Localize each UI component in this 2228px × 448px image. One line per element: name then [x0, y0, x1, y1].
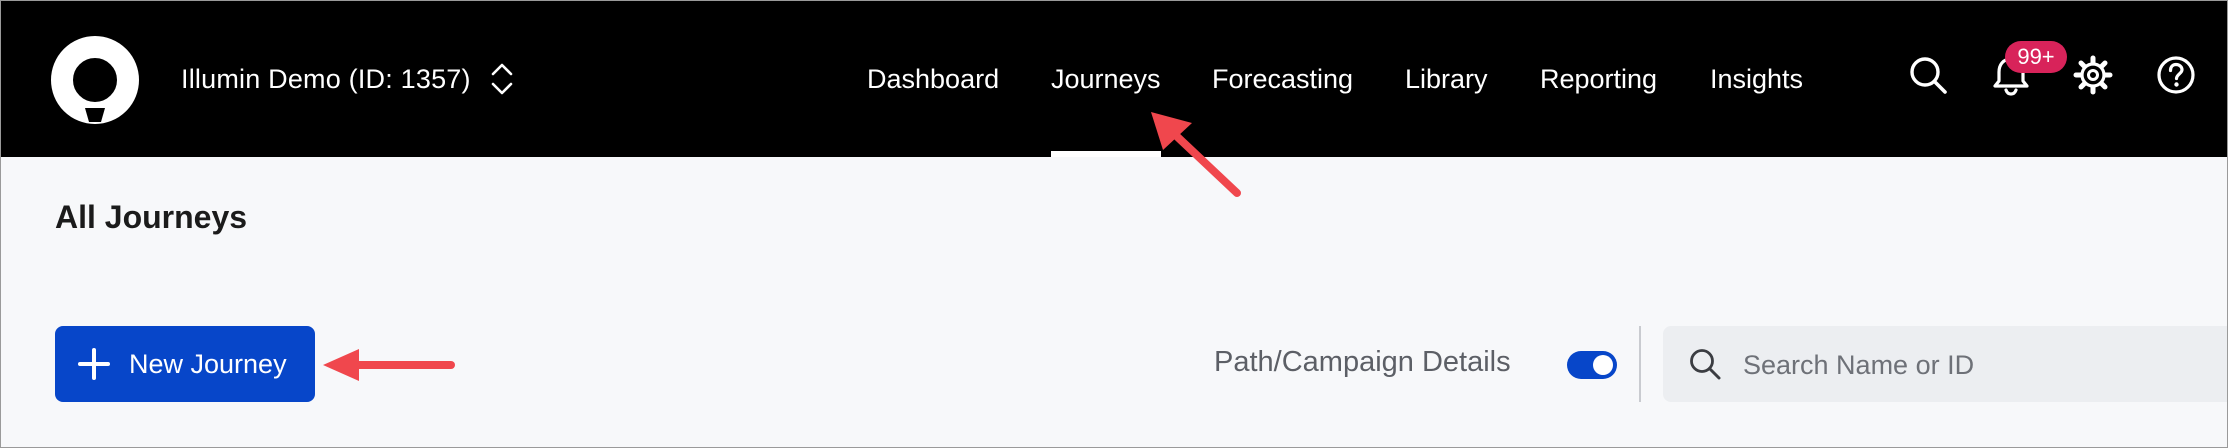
nav-item-label: Forecasting	[1212, 63, 1354, 94]
app-window: Illumin Demo (ID: 1357) Dashboard Journe…	[0, 0, 2228, 448]
nav-item-dashboard[interactable]: Dashboard	[867, 1, 999, 157]
help-icon[interactable]	[2154, 53, 2198, 97]
nav-item-label: Insights	[1710, 63, 1804, 94]
search-icon	[1690, 349, 1721, 380]
search-input[interactable]	[1741, 326, 2225, 404]
nav-item-insights[interactable]: Insights	[1710, 1, 1803, 157]
nav-item-reporting[interactable]: Reporting	[1540, 1, 1657, 157]
nav-item-label: Journeys	[1051, 63, 1161, 94]
toggle-knob	[1593, 355, 1613, 375]
main-nav: Dashboard Journeys Forecasting Library R…	[1, 1, 2227, 157]
top-navigation-bar: Illumin Demo (ID: 1357) Dashboard Journe…	[1, 1, 2227, 157]
nav-item-library[interactable]: Library	[1405, 1, 1488, 157]
annotation-arrow-new-journey	[323, 349, 455, 381]
search-box[interactable]	[1663, 326, 2227, 404]
search-icon[interactable]	[1906, 53, 1950, 97]
nav-item-label: Dashboard	[867, 63, 1000, 94]
new-journey-label: New Journey	[129, 348, 287, 379]
plus-icon	[78, 348, 110, 380]
divider	[1639, 326, 1641, 402]
annotation-arrow-journeys	[1151, 112, 1241, 197]
nav-item-label: Library	[1405, 63, 1488, 94]
gear-icon[interactable]	[2071, 53, 2115, 97]
page-title: All Journeys	[55, 199, 248, 235]
new-journey-button[interactable]: New Journey	[55, 326, 315, 402]
toggle-label: Path/Campaign Details	[1214, 346, 1511, 378]
nav-item-label: Reporting	[1540, 63, 1658, 94]
notification-badge: 99+	[2005, 41, 2067, 73]
path-campaign-details-toggle[interactable]	[1567, 351, 1617, 379]
